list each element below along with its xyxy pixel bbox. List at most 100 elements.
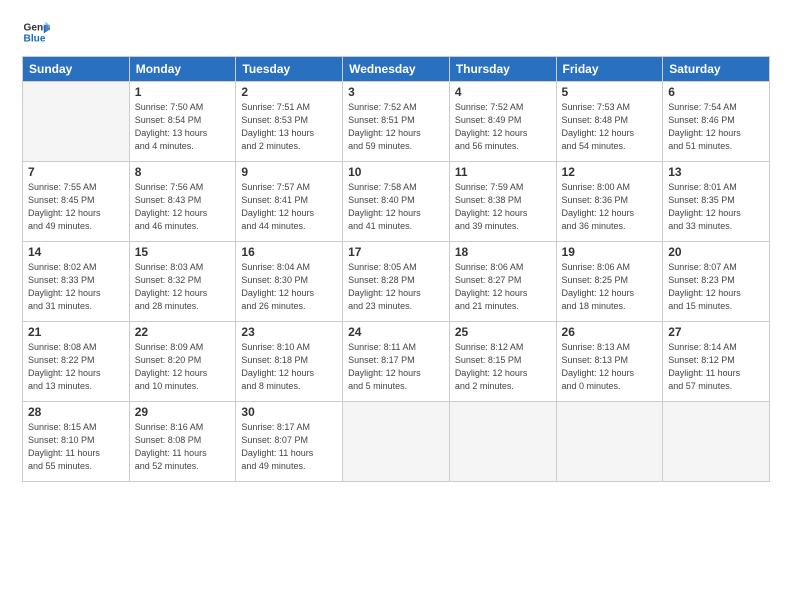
day-number: 10: [348, 165, 444, 179]
col-header-wednesday: Wednesday: [343, 57, 450, 82]
day-info: Sunrise: 8:04 AM Sunset: 8:30 PM Dayligh…: [241, 261, 337, 313]
cell-w1-d6: 13Sunrise: 8:01 AM Sunset: 8:35 PM Dayli…: [663, 162, 770, 242]
logo: General Blue: [22, 18, 56, 46]
svg-text:Blue: Blue: [24, 33, 46, 44]
day-info: Sunrise: 7:54 AM Sunset: 8:46 PM Dayligh…: [668, 101, 764, 153]
cell-w4-d5: [556, 402, 663, 482]
cell-w0-d2: 2 Sunrise: 7:51 AM Sunset: 8:53 PM Daylig…: [236, 82, 343, 162]
day-info: Sunrise: 8:17 AM Sunset: 8:07 PM Dayligh…: [241, 421, 337, 473]
day-info: Sunrise: 8:13 AM Sunset: 8:13 PM Dayligh…: [562, 341, 658, 393]
day-number: 6: [668, 85, 764, 99]
day-number: 2: [241, 85, 337, 99]
day-number: 26: [562, 325, 658, 339]
day-info: Sunrise: 8:00 AM Sunset: 8:36 PM Dayligh…: [562, 181, 658, 233]
day-info: Sunrise: 7:52 AM Sunset: 8:49 PM Dayligh…: [455, 101, 551, 153]
cell-w4-d1: 29 Sunrise: 8:16 AM Sunset: 8:08 PM Dayli…: [129, 402, 236, 482]
cell-w4-d0: 28 Sunrise: 8:15 AM Sunset: 8:10 PM Dayli…: [23, 402, 130, 482]
cell-w0-d6: 6 Sunrise: 7:54 AM Sunset: 8:46 PM Daylig…: [663, 82, 770, 162]
cell-w2-d6: 20 Sunrise: 8:07 AM Sunset: 8:23 PM Dayli…: [663, 242, 770, 322]
cell-w3-d3: 24 Sunrise: 8:11 AM Sunset: 8:17 PM Dayli…: [343, 322, 450, 402]
day-info: Sunrise: 7:59 AM Sunset: 8:38 PM Dayligh…: [455, 181, 551, 233]
day-info: Sunrise: 7:53 AM Sunset: 8:48 PM Dayligh…: [562, 101, 658, 153]
cell-w3-d6: 27 Sunrise: 8:14 AM Sunset: 8:12 PM Dayli…: [663, 322, 770, 402]
day-info: Sunrise: 8:15 AM Sunset: 8:10 PM Dayligh…: [28, 421, 124, 473]
day-number: 20: [668, 245, 764, 259]
day-number: 16: [241, 245, 337, 259]
header: General Blue: [22, 18, 770, 46]
cell-w3-d4: 25 Sunrise: 8:12 AM Sunset: 8:15 PM Dayli…: [449, 322, 556, 402]
day-number: 17: [348, 245, 444, 259]
cell-w2-d1: 15Sunrise: 8:03 AM Sunset: 8:32 PM Dayli…: [129, 242, 236, 322]
day-number: 23: [241, 325, 337, 339]
day-number: 3: [348, 85, 444, 99]
day-info: Sunrise: 8:05 AM Sunset: 8:28 PM Dayligh…: [348, 261, 444, 313]
calendar-table: SundayMondayTuesdayWednesdayThursdayFrid…: [22, 56, 770, 482]
cell-w3-d2: 23 Sunrise: 8:10 AM Sunset: 8:18 PM Dayli…: [236, 322, 343, 402]
day-number: 8: [135, 165, 231, 179]
day-number: 19: [562, 245, 658, 259]
cell-w0-d1: 1Sunrise: 7:50 AM Sunset: 8:54 PM Daylig…: [129, 82, 236, 162]
cell-w2-d2: 16 Sunrise: 8:04 AM Sunset: 8:30 PM Dayli…: [236, 242, 343, 322]
day-number: 25: [455, 325, 551, 339]
day-number: 24: [348, 325, 444, 339]
cell-w3-d5: 26 Sunrise: 8:13 AM Sunset: 8:13 PM Dayli…: [556, 322, 663, 402]
day-info: Sunrise: 8:16 AM Sunset: 8:08 PM Dayligh…: [135, 421, 231, 473]
col-header-saturday: Saturday: [663, 57, 770, 82]
cell-w0-d0: [23, 82, 130, 162]
cell-w1-d2: 9 Sunrise: 7:57 AM Sunset: 8:41 PM Daylig…: [236, 162, 343, 242]
day-info: Sunrise: 7:56 AM Sunset: 8:43 PM Dayligh…: [135, 181, 231, 233]
day-info: Sunrise: 8:14 AM Sunset: 8:12 PM Dayligh…: [668, 341, 764, 393]
cell-w0-d4: 4 Sunrise: 7:52 AM Sunset: 8:49 PM Daylig…: [449, 82, 556, 162]
day-info: Sunrise: 7:58 AM Sunset: 8:40 PM Dayligh…: [348, 181, 444, 233]
day-number: 27: [668, 325, 764, 339]
col-header-monday: Monday: [129, 57, 236, 82]
cell-w1-d4: 11Sunrise: 7:59 AM Sunset: 8:38 PM Dayli…: [449, 162, 556, 242]
cell-w2-d4: 18 Sunrise: 8:06 AM Sunset: 8:27 PM Dayli…: [449, 242, 556, 322]
cell-w1-d3: 10 Sunrise: 7:58 AM Sunset: 8:40 PM Dayli…: [343, 162, 450, 242]
day-number: 22: [135, 325, 231, 339]
day-number: 14: [28, 245, 124, 259]
day-info: Sunrise: 8:06 AM Sunset: 8:27 PM Dayligh…: [455, 261, 551, 313]
cell-w3-d0: 21 Sunrise: 8:08 AM Sunset: 8:22 PM Dayli…: [23, 322, 130, 402]
cell-w4-d6: [663, 402, 770, 482]
day-info: Sunrise: 7:52 AM Sunset: 8:51 PM Dayligh…: [348, 101, 444, 153]
cell-w0-d5: 5 Sunrise: 7:53 AM Sunset: 8:48 PM Daylig…: [556, 82, 663, 162]
cell-w4-d2: 30Sunrise: 8:17 AM Sunset: 8:07 PM Dayli…: [236, 402, 343, 482]
day-number: 5: [562, 85, 658, 99]
day-info: Sunrise: 8:09 AM Sunset: 8:20 PM Dayligh…: [135, 341, 231, 393]
day-number: 9: [241, 165, 337, 179]
day-info: Sunrise: 7:55 AM Sunset: 8:45 PM Dayligh…: [28, 181, 124, 233]
day-info: Sunrise: 8:06 AM Sunset: 8:25 PM Dayligh…: [562, 261, 658, 313]
logo-icon: General Blue: [22, 18, 50, 46]
day-number: 13: [668, 165, 764, 179]
day-number: 28: [28, 405, 124, 419]
cell-w4-d4: [449, 402, 556, 482]
cell-w3-d1: 22 Sunrise: 8:09 AM Sunset: 8:20 PM Dayli…: [129, 322, 236, 402]
day-info: Sunrise: 8:10 AM Sunset: 8:18 PM Dayligh…: [241, 341, 337, 393]
cell-w2-d0: 14 Sunrise: 8:02 AM Sunset: 8:33 PM Dayli…: [23, 242, 130, 322]
col-header-sunday: Sunday: [23, 57, 130, 82]
cell-w4-d3: [343, 402, 450, 482]
day-info: Sunrise: 8:02 AM Sunset: 8:33 PM Dayligh…: [28, 261, 124, 313]
cell-w1-d5: 12 Sunrise: 8:00 AM Sunset: 8:36 PM Dayli…: [556, 162, 663, 242]
day-number: 12: [562, 165, 658, 179]
cell-w1-d0: 7 Sunrise: 7:55 AM Sunset: 8:45 PM Daylig…: [23, 162, 130, 242]
day-info: Sunrise: 7:51 AM Sunset: 8:53 PM Dayligh…: [241, 101, 337, 153]
day-info: Sunrise: 8:08 AM Sunset: 8:22 PM Dayligh…: [28, 341, 124, 393]
day-number: 18: [455, 245, 551, 259]
day-info: Sunrise: 8:03 AM Sunset: 8:32 PM Dayligh…: [135, 261, 231, 313]
day-info: Sunrise: 8:11 AM Sunset: 8:17 PM Dayligh…: [348, 341, 444, 393]
day-number: 29: [135, 405, 231, 419]
day-number: 21: [28, 325, 124, 339]
day-number: 4: [455, 85, 551, 99]
day-info: Sunrise: 7:57 AM Sunset: 8:41 PM Dayligh…: [241, 181, 337, 233]
cell-w2-d5: 19 Sunrise: 8:06 AM Sunset: 8:25 PM Dayli…: [556, 242, 663, 322]
cell-w2-d3: 17 Sunrise: 8:05 AM Sunset: 8:28 PM Dayli…: [343, 242, 450, 322]
day-info: Sunrise: 8:07 AM Sunset: 8:23 PM Dayligh…: [668, 261, 764, 313]
col-header-friday: Friday: [556, 57, 663, 82]
day-info: Sunrise: 7:50 AM Sunset: 8:54 PM Dayligh…: [135, 101, 231, 153]
col-header-thursday: Thursday: [449, 57, 556, 82]
day-number: 7: [28, 165, 124, 179]
cell-w1-d1: 8 Sunrise: 7:56 AM Sunset: 8:43 PM Daylig…: [129, 162, 236, 242]
day-info: Sunrise: 8:12 AM Sunset: 8:15 PM Dayligh…: [455, 341, 551, 393]
